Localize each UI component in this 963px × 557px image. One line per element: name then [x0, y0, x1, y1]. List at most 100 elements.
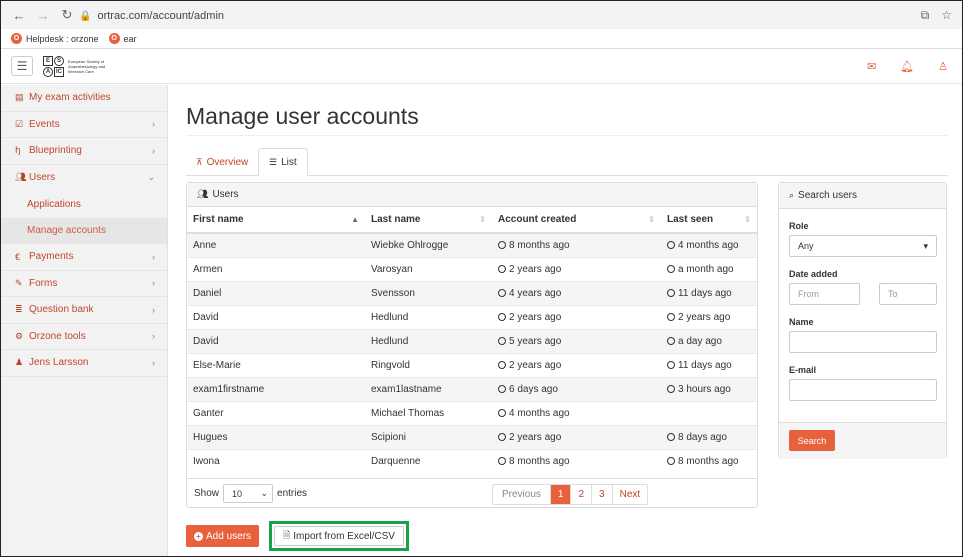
search-button[interactable]: Search [789, 430, 835, 451]
clock-icon [498, 408, 506, 417]
pagination: Previous 1 2 3 Next [492, 484, 649, 505]
sidebar-subitem-label: Manage accounts [27, 225, 106, 237]
table-row[interactable]: Anne Wiebke Ohlrogge 8 months ago 4 mont… [187, 232, 757, 257]
search-panel-footer: Search [779, 422, 946, 459]
chevron-right-icon: › [152, 331, 155, 342]
pagination-next[interactable]: Next [611, 485, 648, 504]
table-row[interactable]: Daniel Svensson 4 years ago 11 days ago [187, 280, 757, 305]
mail-icon[interactable]: ✉ [867, 60, 876, 73]
cogs-icon: ⚙ [15, 330, 24, 341]
created-value: 6 days ago [509, 383, 558, 395]
forward-icon[interactable]: → [33, 8, 53, 23]
column-header-first-name[interactable]: First name ▲ [187, 207, 365, 234]
translate-icon[interactable]: ⧉ [921, 8, 930, 23]
table-row[interactable]: Else-Marie Ringvold 2 years ago 11 days … [187, 352, 757, 377]
logo-letter: S [54, 56, 64, 66]
tab-overview[interactable]: ⊼ Overview [186, 148, 258, 176]
clock-icon [498, 336, 506, 345]
column-header-account-created[interactable]: Account created ⇕ [492, 207, 661, 234]
created-value: 5 years ago [509, 335, 562, 347]
cell-first-name: Else-Marie [187, 352, 365, 377]
sidebar-item-profile[interactable]: ♟ Jens Larsson › [1, 350, 167, 377]
bell-icon[interactable]: 🔔︎ [900, 60, 914, 73]
sidebar-subitem-manage-accounts[interactable]: Manage accounts [1, 217, 167, 244]
entries-select[interactable]: 10 ⌄ [223, 484, 274, 503]
seen-value: 8 days ago [678, 431, 727, 443]
sidebar-item-blueprinting[interactable]: ꜧ Blueprinting › [1, 138, 167, 165]
sidebar-item-label: Orzone tools [29, 330, 86, 342]
cell-first-name: Armen [187, 256, 365, 281]
cell-first-name: Ganter [187, 400, 365, 425]
sidebar-item-orzone-tools[interactable]: ⚙ Orzone tools › [1, 324, 167, 350]
star-icon[interactable]: ☆ [941, 8, 952, 23]
sidebar-item-question-bank[interactable]: ≣ Question bank › [1, 297, 167, 324]
pagination-previous[interactable]: Previous [493, 485, 550, 504]
address-bar[interactable]: 🔒 ortrac.com/account/admin [79, 6, 859, 26]
sidebar-subitem-applications[interactable]: Applications [1, 191, 167, 218]
sort-asc-icon: ▲ [351, 215, 359, 224]
cell-last-name: Hedlund [365, 328, 492, 353]
table-row[interactable]: Armen Varosyan 2 years ago a month ago [187, 256, 757, 281]
sidebar-item-payments[interactable]: € Payments › [1, 244, 167, 271]
bookmark-ear[interactable]: O ear [108, 33, 137, 44]
table-row[interactable]: Ganter Michael Thomas 4 months ago [187, 400, 757, 425]
table-row[interactable]: David Hedlund 2 years ago 2 years ago [187, 304, 757, 329]
name-input[interactable] [789, 331, 937, 353]
show-label: Show [194, 488, 220, 499]
pagination-page-1[interactable]: 1 [549, 485, 571, 504]
sitemap-icon: ⊼ [196, 156, 203, 167]
button-label: Add users [206, 530, 252, 542]
list-icon: ▤ [15, 92, 24, 103]
table-row[interactable]: Iwona Darquenne 8 months ago 8 months ag… [187, 448, 757, 473]
bookmark-helpdesk[interactable]: O Helpdesk : orzone [11, 33, 99, 44]
menu-toggle-icon[interactable]: ☰ [11, 56, 33, 76]
entries-label: entries [277, 488, 308, 499]
chevron-down-icon: ⌄ [260, 488, 269, 498]
user-icon[interactable]: ♙ [938, 60, 948, 73]
column-header-last-seen[interactable]: Last seen ⇕ [661, 207, 757, 234]
cell-first-name: David [187, 304, 365, 329]
table-row[interactable]: Hugues Scipioni 2 years ago 8 days ago [187, 424, 757, 449]
role-select[interactable]: Any ▾ [789, 235, 937, 257]
table-row[interactable]: David Hedlund 5 years ago a day ago [187, 328, 757, 353]
sidebar-item-forms[interactable]: ✎ Forms › [1, 271, 167, 297]
sidebar-item-events[interactable]: ☑ Events › [1, 112, 167, 138]
app-header: ☰ E S A IC European Society of Anaesthes… [1, 50, 962, 84]
sidebar: ▤ My exam activities ☑ Events › ꜧ Bluepr… [1, 85, 168, 556]
tab-bar: ⊼ Overview ☰ List [186, 148, 948, 177]
orzone-icon: O [108, 33, 120, 44]
clock-icon [498, 312, 506, 321]
lock-icon: 🔒 [79, 10, 92, 22]
url-text: ortrac.com/account/admin [97, 10, 225, 22]
chevron-right-icon: › [152, 145, 155, 156]
import-excel-csv-button[interactable]: 🗎 Import from Excel/CSV [274, 526, 404, 546]
tab-list[interactable]: ☰ List [258, 148, 308, 177]
cell-last-seen: 2 years ago [661, 304, 757, 329]
seen-value: 3 hours ago [678, 383, 731, 395]
pagination-page-2[interactable]: 2 [570, 485, 591, 504]
sidebar-item-label: Events [29, 118, 60, 130]
sidebar-item-my-exam-activities[interactable]: ▤ My exam activities [1, 85, 167, 112]
pagination-page-3[interactable]: 3 [591, 485, 612, 504]
sidebar-item-users[interactable]: 👥︎ Users ⌄ [1, 165, 167, 192]
esaic-logo[interactable]: E S A IC European Society of Anaesthesio… [43, 56, 108, 77]
email-input[interactable] [789, 379, 937, 401]
check-square-icon: ☑ [15, 118, 24, 129]
users-panel: 👥︎ Users First name ▲ Last name ⇕ Account … [186, 182, 758, 508]
reload-icon[interactable]: ↻ [57, 7, 77, 23]
date-from-input[interactable]: From [789, 283, 860, 305]
back-icon[interactable]: ← [9, 8, 29, 23]
add-users-button[interactable]: + Add users [186, 525, 260, 547]
sidebar-item-label: Users [29, 172, 56, 184]
seen-value: a day ago [678, 335, 722, 347]
table-footer: Show 10 ⌄ entries Previous 1 2 3 Next [187, 478, 757, 508]
bottom-actions: + Add users 🗎 Import from Excel/CSV [186, 521, 409, 551]
sidebar-item-label: My exam activities [29, 92, 111, 104]
date-to-input[interactable]: To [879, 283, 937, 305]
column-header-last-name[interactable]: Last name ⇕ [365, 207, 492, 234]
table-row[interactable]: exam1firstname exam1lastname 6 days ago … [187, 376, 757, 401]
cell-last-name: exam1lastname [365, 376, 492, 401]
created-value: 4 months ago [509, 407, 570, 419]
sort-icon: ⇕ [648, 215, 655, 224]
seen-value: 11 days ago [678, 359, 732, 371]
